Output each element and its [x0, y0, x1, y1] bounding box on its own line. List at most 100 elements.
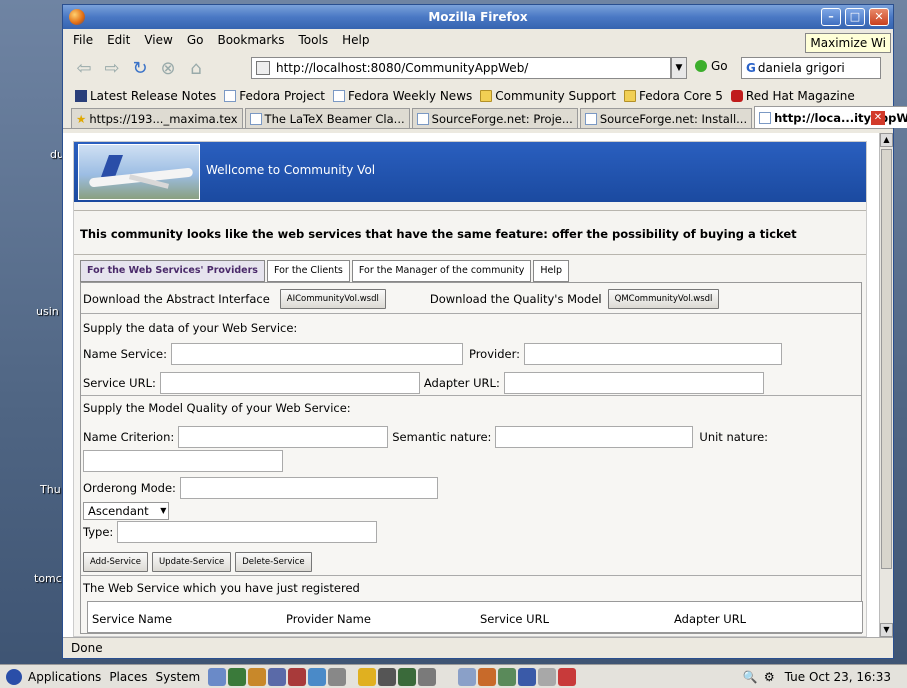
- name-service-label: Name Service:: [83, 347, 167, 361]
- launcher-icon[interactable]: [418, 667, 437, 686]
- provider-input[interactable]: [524, 343, 782, 365]
- close-button[interactable]: ✕: [869, 8, 889, 26]
- tab-bar: ★ https://193..._maxima.tex The LaTeX Bea…: [63, 106, 907, 129]
- launcher-icon[interactable]: [268, 667, 287, 686]
- service-url-input[interactable]: [159, 372, 420, 394]
- bookmark-red-hat-magazine[interactable]: Red Hat Magazine: [730, 89, 855, 103]
- window-list-icon[interactable]: [538, 667, 557, 686]
- menu-help[interactable]: Help: [342, 33, 369, 47]
- download-quality-button[interactable]: QMCommunityVol.wsdl: [607, 289, 720, 309]
- type-input[interactable]: [117, 521, 378, 543]
- menu-file[interactable]: File: [73, 33, 93, 47]
- system-menu[interactable]: System: [155, 670, 200, 684]
- tab-sourceforge-project[interactable]: SourceForge.net: Proje...: [411, 108, 578, 128]
- divider: [74, 210, 866, 211]
- update-service-button[interactable]: Update-Service: [151, 552, 232, 572]
- vertical-scrollbar[interactable]: ▲ ▼: [879, 133, 893, 637]
- window-list-icon[interactable]: [498, 667, 517, 686]
- delete-service-button[interactable]: Delete-Service: [235, 552, 312, 572]
- ordering-mode-input[interactable]: [179, 477, 438, 499]
- bookmark-fedora-weekly-news[interactable]: Fedora Weekly News: [333, 89, 472, 103]
- launcher-icon[interactable]: [358, 667, 377, 686]
- search-input[interactable]: G daniela grigori: [741, 57, 881, 79]
- applications-menu[interactable]: Applications: [28, 670, 101, 684]
- launcher-icon[interactable]: [228, 667, 247, 686]
- menu-view[interactable]: View: [144, 33, 172, 47]
- unit-nature-input[interactable]: [83, 450, 283, 472]
- minimize-button[interactable]: –: [821, 8, 841, 26]
- name-criterion-input[interactable]: [178, 426, 389, 448]
- scroll-thumb[interactable]: [881, 149, 892, 569]
- column-header: Provider Name: [286, 612, 371, 626]
- window-list-icon[interactable]: [518, 667, 537, 686]
- places-menu[interactable]: Places: [109, 670, 147, 684]
- tab-label: https://193..._maxima.tex: [89, 111, 238, 126]
- page-content: Wellcome to Community Vol This community…: [63, 133, 879, 637]
- bookmark-fedora-core-5[interactable]: Fedora Core 5: [623, 89, 723, 103]
- title-bar[interactable]: Mozilla Firefox – □ ✕: [63, 5, 893, 29]
- bookmark-latest-release-notes[interactable]: Latest Release Notes: [75, 89, 216, 103]
- launcher-icon[interactable]: [288, 667, 307, 686]
- download-interface-button[interactable]: AICommunityVol.wsdl: [279, 289, 386, 309]
- clock[interactable]: Tue Oct 23, 16:33: [785, 670, 891, 684]
- maximize-tooltip: Maximize Wi: [805, 33, 891, 53]
- tab-providers[interactable]: For the Web Services' Providers: [80, 260, 265, 282]
- page-tabs: For the Web Services' Providers For the …: [80, 260, 570, 282]
- registered-label: The Web Service which you have just regi…: [83, 581, 360, 595]
- desktop-label[interactable]: Thu: [40, 483, 61, 496]
- stop-icon[interactable]: ⊗: [157, 57, 179, 79]
- community-page: Wellcome to Community Vol This community…: [73, 141, 867, 637]
- window-list-icon[interactable]: [478, 667, 497, 686]
- name-service-input[interactable]: [170, 343, 463, 365]
- launcher-icon[interactable]: [208, 667, 227, 686]
- adapter-url-label: Adapter URL:: [423, 376, 500, 390]
- bookmark-label: Red Hat Magazine: [745, 89, 855, 103]
- folder-icon: [480, 90, 493, 102]
- bookmarks-toolbar: Latest Release Notes Fedora Project Fedo…: [63, 85, 893, 107]
- go-button[interactable]: Go: [695, 59, 728, 73]
- url-field[interactable]: http://localhost:8080/CommunityAppWeb/: [251, 57, 671, 79]
- launcher-icon[interactable]: [328, 667, 347, 686]
- menu-go[interactable]: Go: [187, 33, 204, 47]
- url-dropdown-icon[interactable]: ▼: [671, 57, 687, 79]
- type-row: Type:: [83, 521, 378, 543]
- add-service-button[interactable]: Add-Service: [83, 552, 148, 572]
- bookmark-community-support[interactable]: Community Support: [480, 89, 616, 103]
- back-icon[interactable]: ⇦: [73, 57, 95, 79]
- launcher-icon[interactable]: [378, 667, 397, 686]
- adapter-url-input[interactable]: [503, 372, 764, 394]
- chevron-down-icon: ▼: [160, 506, 167, 515]
- tab-maxima[interactable]: ★ https://193..._maxima.tex: [71, 108, 243, 128]
- launcher-icon[interactable]: [398, 667, 417, 686]
- menu-tools[interactable]: Tools: [299, 33, 329, 47]
- tab-sourceforge-install[interactable]: SourceForge.net: Install...: [579, 108, 753, 128]
- semantic-nature-input[interactable]: [495, 426, 694, 448]
- forward-icon[interactable]: ⇨: [101, 57, 123, 79]
- search-icon[interactable]: 🔍: [743, 670, 758, 684]
- fedora-icon: [6, 668, 22, 685]
- tab-manager[interactable]: For the Manager of the community: [351, 260, 532, 282]
- window-list-icon[interactable]: [558, 667, 577, 686]
- navigation-toolbar: ⇦ ⇨ ↻ ⊗ ⌂ http://localhost:8080/Communit…: [63, 51, 893, 85]
- divider: [74, 254, 866, 255]
- reload-icon[interactable]: ↻: [129, 57, 151, 79]
- home-icon[interactable]: ⌂: [185, 57, 207, 79]
- firefox-icon: [69, 9, 85, 25]
- close-tab-icon[interactable]: ✕: [871, 111, 885, 125]
- tab-clients[interactable]: For the Clients: [266, 260, 350, 282]
- order-select[interactable]: Ascendant ▼: [83, 502, 169, 520]
- menu-edit[interactable]: Edit: [107, 33, 130, 47]
- tab-latex-beamer[interactable]: The LaTeX Beamer Cla...: [244, 108, 410, 128]
- tab-help[interactable]: Help: [533, 260, 570, 282]
- desktop-label[interactable]: tomc: [34, 572, 62, 585]
- page-icon: [333, 90, 346, 102]
- scroll-up-icon[interactable]: ▲: [880, 133, 893, 147]
- window-list-icon[interactable]: [458, 667, 477, 686]
- desktop-label[interactable]: usin: [36, 305, 59, 318]
- scroll-down-icon[interactable]: ▼: [880, 623, 893, 637]
- maximize-button[interactable]: □: [845, 8, 865, 26]
- bookmark-fedora-project[interactable]: Fedora Project: [224, 89, 325, 103]
- menu-bookmarks[interactable]: Bookmarks: [217, 33, 284, 47]
- launcher-icon[interactable]: [248, 667, 267, 686]
- launcher-icon[interactable]: [308, 667, 327, 686]
